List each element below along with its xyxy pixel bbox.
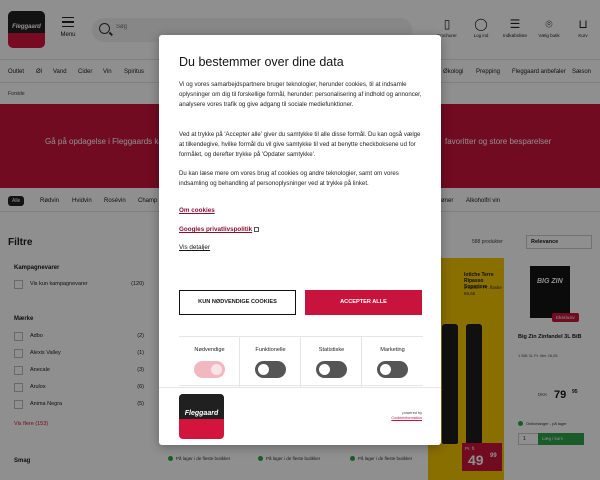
statistics-switch[interactable]	[316, 361, 347, 378]
necessary-only-button[interactable]: KUN NØDVENDIGE COOKIES	[179, 290, 296, 315]
dialog-title: Du bestemmer over dine data	[179, 55, 344, 69]
consent-paragraph: Du kan læse mere om vores brug af cookie…	[179, 170, 399, 187]
toggle-necessary: Nødvendige	[179, 337, 240, 387]
consent-paragraph: Vi og vores samarbejdspartnere bruger te…	[179, 81, 422, 108]
cookie-consent-dialog: Du bestemmer over dine data Vi og vores …	[159, 35, 441, 445]
functional-switch[interactable]	[255, 361, 286, 378]
dialog-footer: Fleggaard powered by Cookieinformation	[159, 387, 441, 445]
google-privacy-link[interactable]: Googles privatlivspolitik	[179, 226, 260, 233]
about-cookies-link[interactable]: Om cookies	[179, 207, 215, 214]
consent-paragraph: Ved at trykke på 'Accepter alle' giver d…	[179, 131, 421, 158]
toggle-functional: Funktionelle	[240, 337, 301, 387]
necessary-switch	[194, 361, 225, 378]
accept-all-button[interactable]: ACCEPTER ALLE	[305, 290, 422, 315]
fleggaard-logo: Fleggaard	[179, 394, 224, 439]
toggle-statistics: Statistiske	[301, 337, 362, 387]
cookieinformation-link[interactable]: Cookieinformation	[391, 416, 422, 421]
external-link-icon	[254, 227, 260, 232]
marketing-switch[interactable]	[377, 361, 408, 378]
powered-by: powered by Cookieinformation	[391, 411, 422, 421]
consent-toggles: Nødvendige Funktionelle Statistiske Mark…	[179, 336, 423, 387]
toggle-marketing: Marketing	[362, 337, 423, 387]
show-details-link[interactable]: Vis detaljer	[179, 244, 210, 251]
